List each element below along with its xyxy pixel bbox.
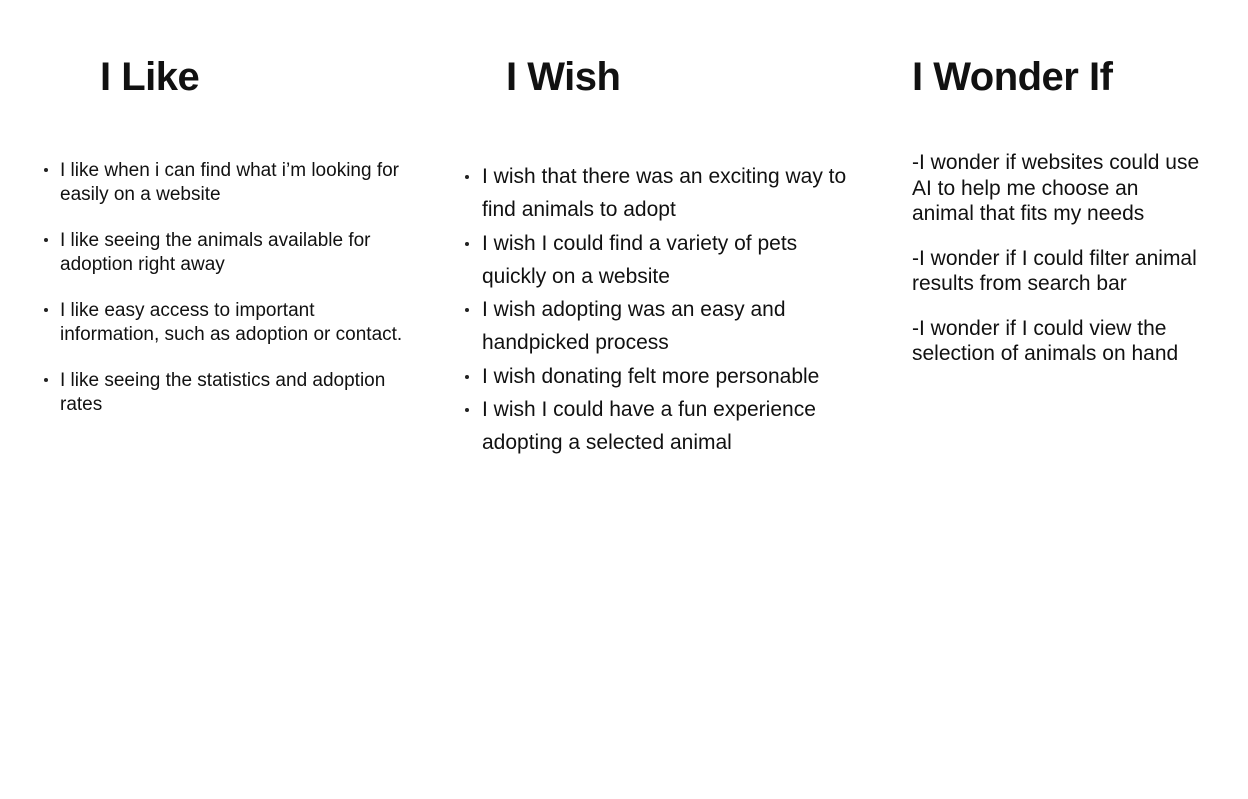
list-item: -I wonder if I could view the selection … <box>912 316 1179 366</box>
list-item: -I wonder if I could filter animal resul… <box>912 246 1197 296</box>
list-item: I like easy access to important informat… <box>44 299 410 346</box>
list-item: I wish I could have a fun experience ado… <box>465 393 852 460</box>
list-item: I wish donating felt more personable <box>465 360 852 393</box>
i-wonder-if-list: -I wonder if websites could use AI to he… <box>912 150 1202 386</box>
list-item: I like seeing the statistics and adoptio… <box>44 369 410 416</box>
list-item: I like when i can find what i’m looking … <box>44 159 410 206</box>
i-like-list: I like when i can find what i’m looking … <box>44 159 410 439</box>
list-item: I wish I could find a variety of pets qu… <box>465 227 852 294</box>
i-wonder-if-heading: I Wonder If <box>912 55 1113 99</box>
list-item: I wish that there was an exciting way to… <box>465 160 852 227</box>
list-item: -I wonder if websites could use AI to he… <box>912 151 1200 225</box>
list-item: I wish adopting was an easy and handpick… <box>465 293 852 360</box>
i-wish-heading: I Wish <box>506 55 621 99</box>
list-item: I like seeing the animals available for … <box>44 229 410 276</box>
i-like-heading: I Like <box>100 55 200 99</box>
i-wish-list: I wish that there was an exciting way to… <box>465 160 852 460</box>
